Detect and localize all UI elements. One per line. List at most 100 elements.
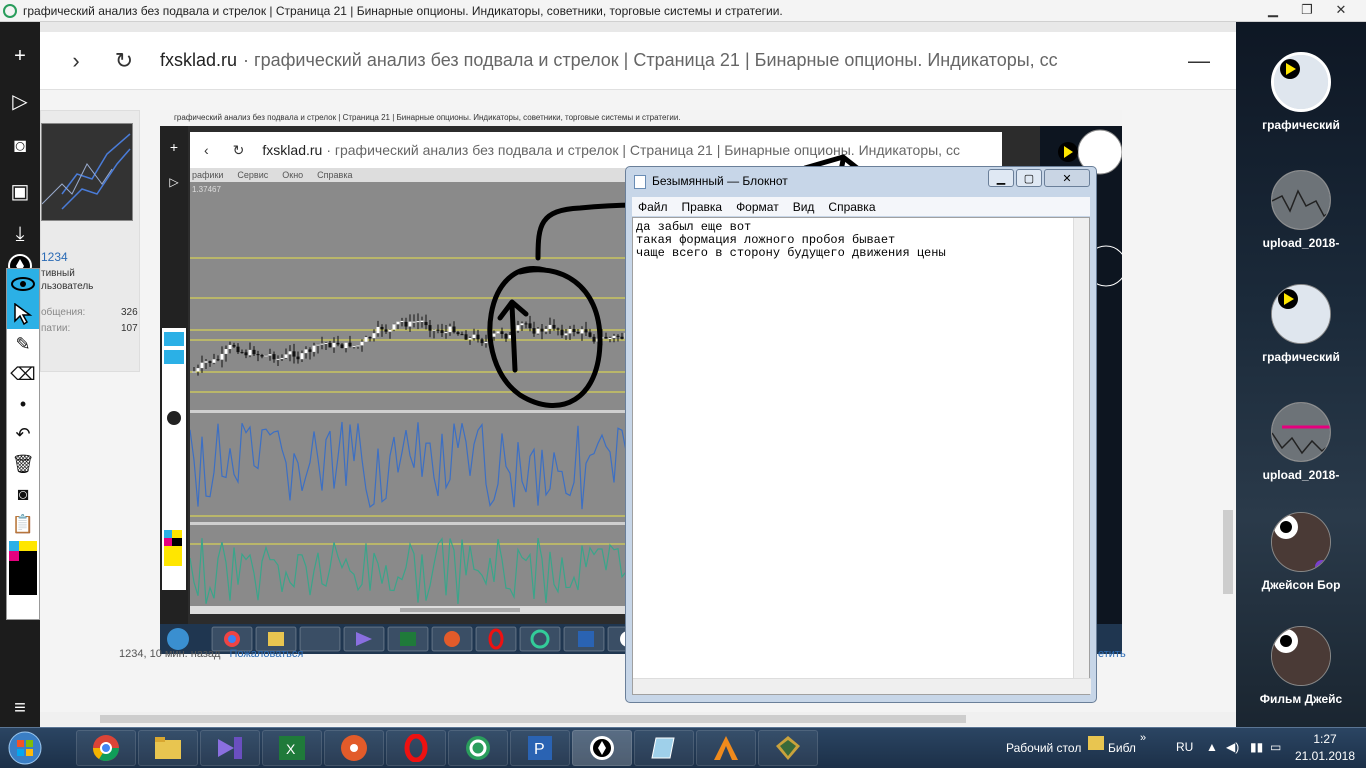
- url-domain[interactable]: fxsklad.ru: [160, 50, 237, 71]
- menu-format[interactable]: Формат: [736, 200, 779, 214]
- window-title: графический анализ без подвала и стрелок…: [23, 3, 783, 18]
- minimize-bar-icon[interactable]: —: [1188, 48, 1210, 74]
- candle-body: [368, 337, 372, 339]
- file-explorer-icon[interactable]: [138, 730, 198, 766]
- opera-icon[interactable]: [386, 730, 446, 766]
- user-avatar-thumbnail[interactable]: [41, 123, 133, 221]
- candle-body: [448, 326, 452, 333]
- eraser-icon[interactable]: ⌫: [7, 359, 39, 389]
- stat-value: 326: [121, 307, 138, 318]
- visual-studio-icon[interactable]: [200, 730, 260, 766]
- pointer-icon[interactable]: [7, 299, 39, 329]
- candle-body: [260, 355, 264, 357]
- toolbar-expand-icon[interactable]: »: [1140, 732, 1146, 744]
- clock-date[interactable]: 21.01.2018: [1286, 749, 1364, 763]
- recent-thumbnail[interactable]: [1271, 284, 1331, 344]
- candle-body: [544, 328, 548, 332]
- clipboard-icon[interactable]: 📋: [7, 509, 39, 539]
- candle-body: [444, 332, 448, 334]
- recent-label: Джейсон Бор: [1261, 578, 1341, 592]
- desktop-toolbar-label[interactable]: Рабочий стол: [1006, 741, 1081, 755]
- candle-body: [480, 339, 484, 344]
- language-indicator[interactable]: RU: [1176, 740, 1193, 754]
- show-hidden-icons[interactable]: ▲: [1206, 740, 1218, 754]
- recent-item[interactable]: Фильм Джейс: [1236, 626, 1366, 706]
- undo-icon[interactable]: ↶: [7, 419, 39, 449]
- reload-icon[interactable]: ↻: [108, 48, 140, 74]
- color-picker[interactable]: [7, 539, 39, 597]
- marker-icon[interactable]: ✎: [7, 329, 39, 359]
- power-icon[interactable]: ▭: [1270, 740, 1281, 754]
- dot-size-icon[interactable]: •: [7, 389, 39, 419]
- snapshot-icon[interactable]: ◙: [7, 479, 39, 509]
- browser-horizontal-scrollbar[interactable]: [40, 712, 1236, 726]
- menu-file[interactable]: Файл: [638, 200, 668, 214]
- network-icon[interactable]: ▮▮: [1250, 740, 1263, 754]
- chrome-icon[interactable]: [76, 730, 136, 766]
- recent-item[interactable]: Джейсон Бор: [1236, 512, 1366, 592]
- recent-item[interactable]: графический: [1236, 284, 1366, 364]
- image-icon[interactable]: ▣: [8, 180, 32, 204]
- candle-body: [492, 333, 496, 337]
- candle-body: [216, 359, 220, 361]
- recent-thumbnail[interactable]: [1271, 512, 1331, 572]
- trash-icon[interactable]: 🗑: [7, 449, 39, 479]
- recent-thumbnail[interactable]: [1271, 170, 1331, 230]
- browser-app-icon[interactable]: [448, 730, 508, 766]
- candle-body: [484, 341, 488, 344]
- reply-link[interactable]: етить: [1098, 648, 1126, 660]
- candle-body: [200, 362, 204, 369]
- recent-item[interactable]: upload_2018-: [1236, 170, 1366, 250]
- notepad-vertical-scrollbar[interactable]: [1073, 218, 1089, 678]
- user-name[interactable]: 1234: [41, 250, 68, 264]
- notepad-text-area[interactable]: да забыл еще вот такая формация ложного …: [632, 217, 1091, 695]
- notepad-text[interactable]: да забыл еще вот такая формация ложного …: [636, 221, 946, 260]
- svg-text:▷: ▷: [169, 175, 179, 189]
- start-button[interactable]: [4, 730, 46, 766]
- recent-thumbnail[interactable]: [1271, 52, 1331, 112]
- candle-body: [352, 345, 356, 347]
- menu-help[interactable]: Справка: [828, 200, 875, 214]
- pen-app-icon[interactable]: [572, 730, 632, 766]
- forward-icon[interactable]: ›: [60, 48, 92, 74]
- camera-icon[interactable]: ◙: [8, 134, 32, 158]
- play-icon[interactable]: ▷: [8, 90, 32, 114]
- clock-time[interactable]: 1:27: [1300, 732, 1350, 746]
- recent-thumbnail[interactable]: [1271, 626, 1331, 686]
- user-status-1: тивный: [41, 268, 75, 279]
- avast-icon[interactable]: [696, 730, 756, 766]
- game-app-icon[interactable]: [758, 730, 818, 766]
- notepad-window[interactable]: Безымянный — Блокнот ▁ ▢ ✕ Файл Правка Ф…: [625, 166, 1097, 703]
- notepad-app-icon[interactable]: [634, 730, 694, 766]
- candle-body: [468, 338, 472, 340]
- recent-thumbnail[interactable]: [1271, 402, 1331, 462]
- add-icon[interactable]: +: [8, 44, 32, 68]
- sound-icon[interactable]: ◀): [1226, 740, 1239, 754]
- menu-icon[interactable]: ≡: [8, 696, 32, 720]
- trading-app-icon[interactable]: P: [510, 730, 570, 766]
- candle-body: [548, 324, 552, 329]
- recent-item[interactable]: графический: [1236, 52, 1366, 132]
- report-link[interactable]: Пожаловаться: [229, 648, 303, 660]
- notepad-maximize-button[interactable]: ▢: [1016, 169, 1042, 187]
- download-icon[interactable]: ⤓: [8, 222, 32, 246]
- notepad-minimize-button[interactable]: ▁: [988, 169, 1014, 187]
- menu-edit[interactable]: Правка: [682, 200, 723, 214]
- media-player-icon[interactable]: [324, 730, 384, 766]
- url-title[interactable]: · графический анализ без подвала и стрел…: [243, 50, 1133, 71]
- excel-icon[interactable]: X: [262, 730, 322, 766]
- restore-button[interactable]: ❐: [1290, 0, 1324, 20]
- browser-vertical-scrollbar[interactable]: [1220, 90, 1236, 710]
- notepad-close-button[interactable]: ✕: [1044, 169, 1090, 187]
- library-label[interactable]: Библ: [1108, 741, 1136, 755]
- minimize-button[interactable]: ▁: [1256, 0, 1290, 20]
- candle-body: [592, 336, 596, 342]
- candle-body: [416, 321, 420, 323]
- candle-body: [580, 329, 584, 334]
- menu-view[interactable]: Вид: [793, 200, 815, 214]
- eye-icon[interactable]: [7, 269, 39, 299]
- notepad-horizontal-scrollbar[interactable]: [633, 678, 1091, 694]
- recent-item[interactable]: upload_2018-: [1236, 402, 1366, 482]
- close-button[interactable]: ✕: [1324, 0, 1358, 20]
- candle-body: [196, 368, 200, 372]
